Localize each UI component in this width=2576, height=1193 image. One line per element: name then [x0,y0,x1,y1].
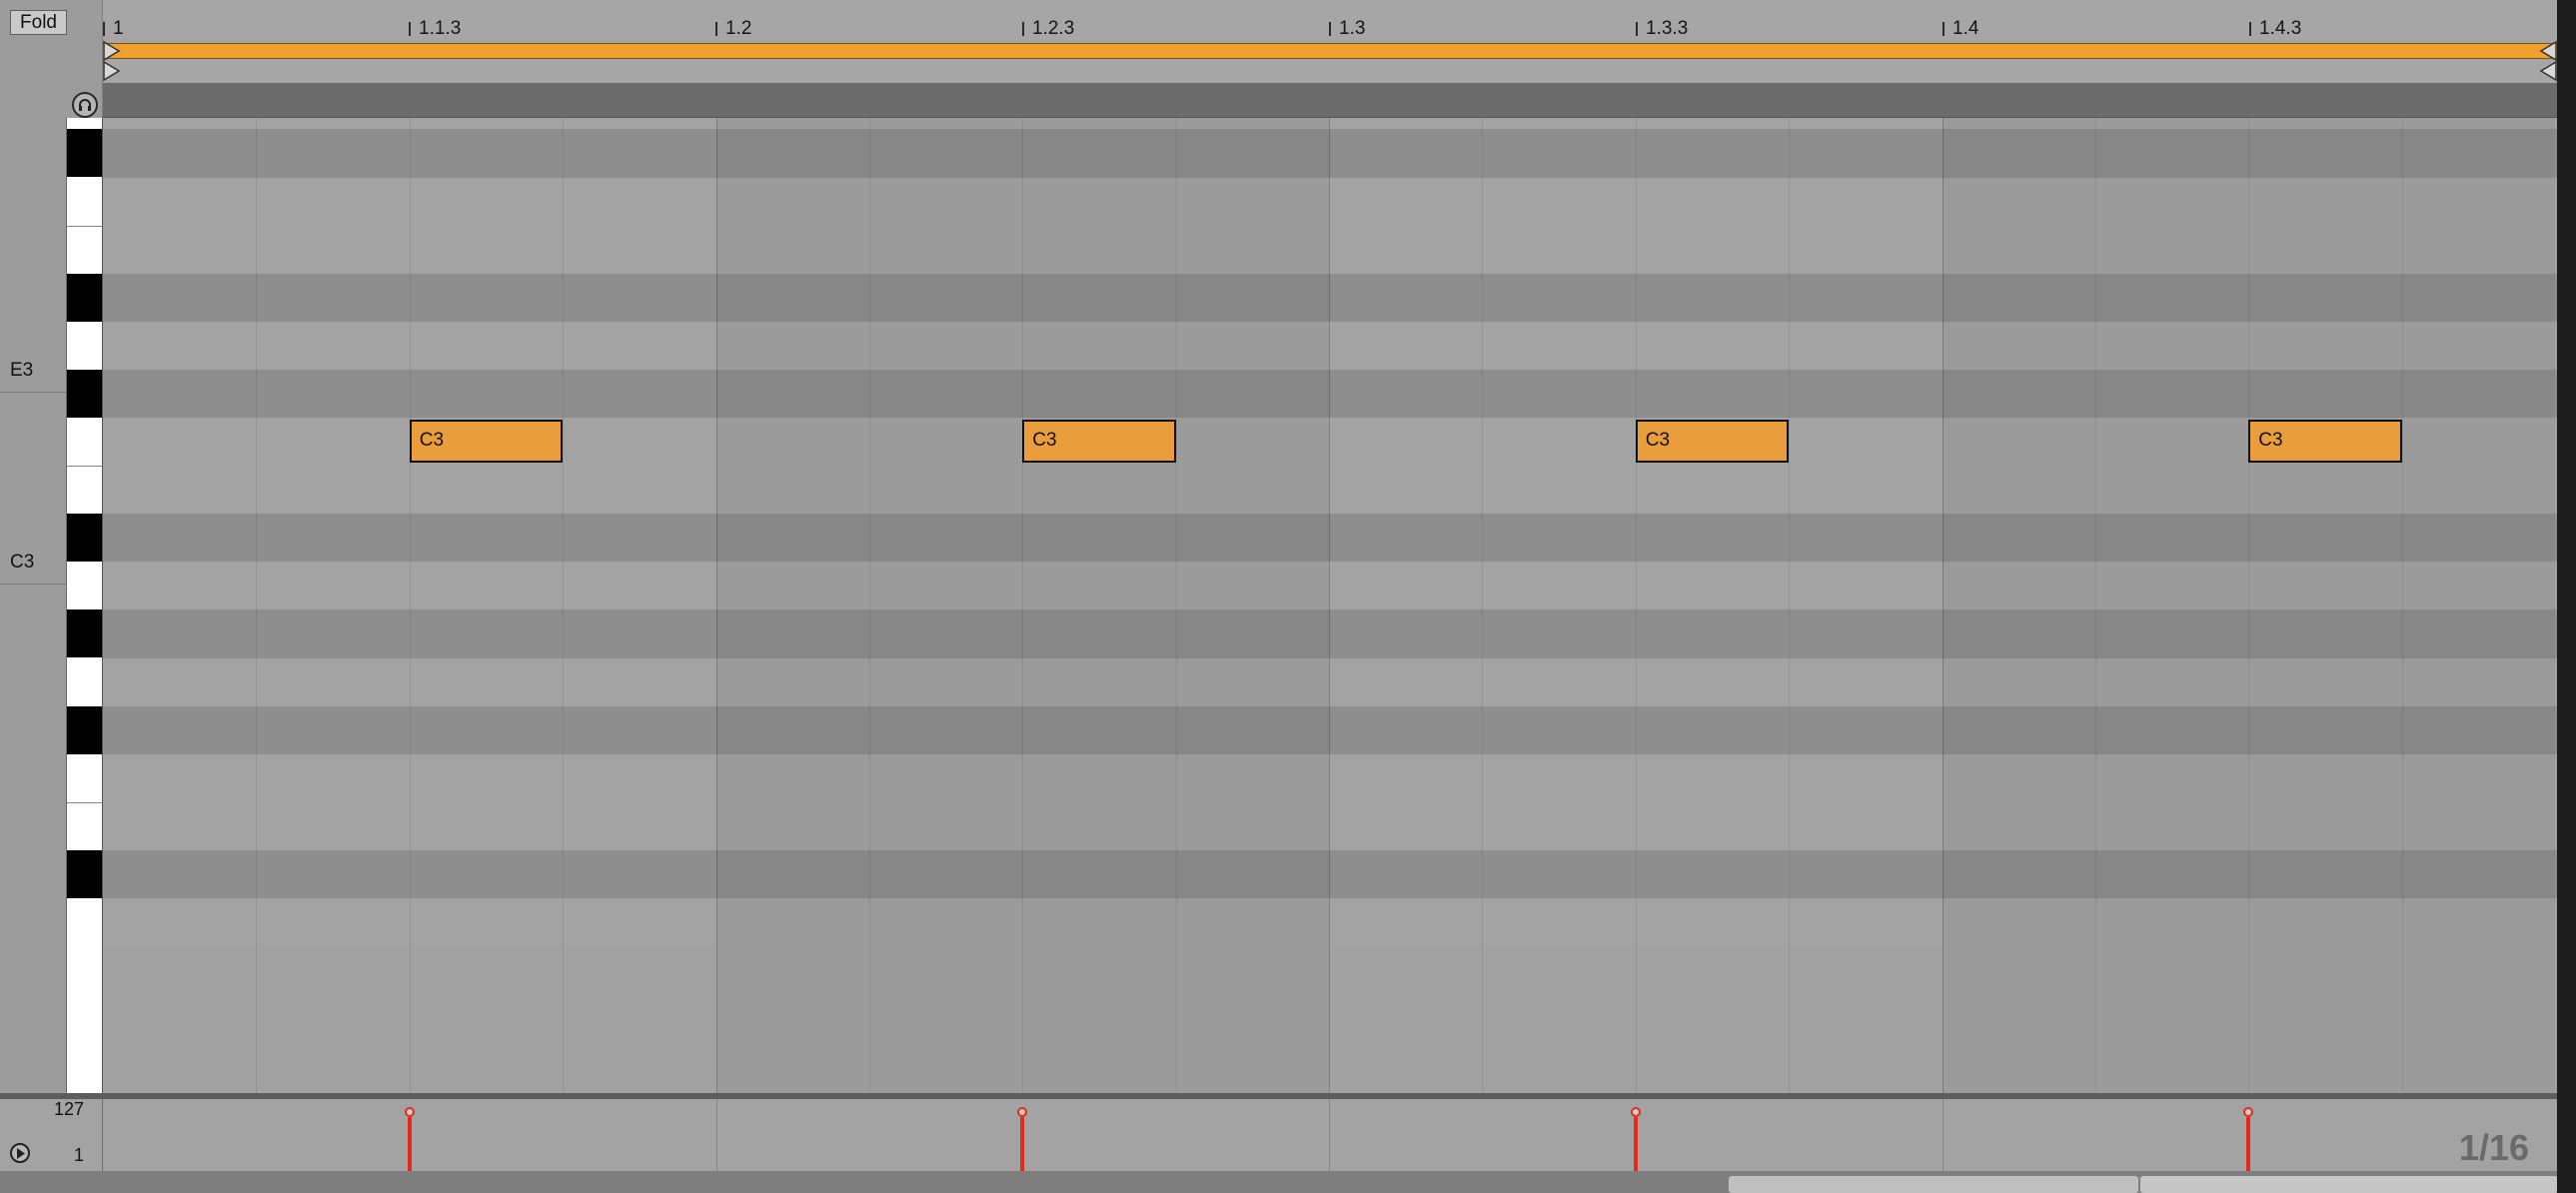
horizontal-scrollbar[interactable] [0,1171,2576,1193]
ruler-tick [1329,22,1331,36]
velocity-lane[interactable]: 1/16 [103,1099,2557,1171]
velocity-max-label: 127 [53,1099,84,1119]
loop-end-marker[interactable] [2539,40,2557,84]
ruler-label: 1.1.3 [419,18,462,39]
grid-line [1789,118,1791,1093]
grid-line [1941,118,1943,1093]
headphones-icon[interactable] [72,92,98,118]
grid-line [1329,118,1330,1093]
ruler-label: 1.4 [1952,18,1979,39]
velocity-handle[interactable] [2243,1107,2254,1117]
velocity-stem[interactable] [2246,1117,2251,1171]
ruler-tick [1942,22,1944,36]
black-key[interactable] [67,705,102,754]
grid-line [256,118,258,1093]
midi-note[interactable]: C3 [2248,420,2402,463]
grid-setting-label[interactable]: 1/16 [2459,1127,2529,1169]
velocity-editor: 127 1 1/16 [0,1099,2576,1171]
beat-ruler[interactable]: 1 1.1.3 1.2 1.2.3 1.3 1.3.3 1.4 1.4.3 [103,0,2557,84]
key-divider [67,225,102,227]
octave-separator [0,392,66,393]
grid-line [1329,1099,1330,1171]
black-key[interactable] [67,273,102,322]
velocity-handle[interactable] [404,1107,415,1117]
velocity-handle[interactable] [1630,1107,1641,1117]
black-key[interactable] [67,514,102,563]
loop-start-marker[interactable] [103,40,121,84]
piano-keyboard[interactable] [66,118,103,1093]
scroll-thumb[interactable] [1729,1176,2138,1193]
velocity-stem[interactable] [1633,1117,1638,1171]
ruler-label: 1.2.3 [1032,18,1075,39]
velocity-min-label: 1 [73,1145,84,1165]
black-key[interactable] [67,849,102,898]
ruler-label: 1 [113,18,124,39]
grid-line [2094,118,2096,1093]
ruler-label: 1.4.3 [2259,18,2302,39]
key-label-c3: C3 [10,552,35,573]
note-grid[interactable]: C3 C3 C3 C3 [103,118,2557,1093]
grid-line [2401,118,2403,1093]
ruler-tick [1022,22,1024,36]
black-key[interactable] [67,369,102,418]
ruler-tick [2249,22,2251,36]
grid-line [1175,118,1177,1093]
velocity-stem[interactable] [407,1117,412,1171]
ruler-tick [715,22,717,36]
black-key[interactable] [67,609,102,658]
ruler-label: 1.3.3 [1646,18,1689,39]
grid-line [409,118,411,1093]
grid-line [1635,118,1637,1093]
grid-line [715,1099,717,1171]
ruler-label: 1.3 [1339,18,1366,39]
fold-button[interactable]: Fold [10,10,67,35]
grid-line [868,118,870,1093]
ruler-label: 1.2 [725,18,752,39]
grid-line [715,118,717,1093]
grid-line [563,118,565,1093]
key-label-e3: E3 [10,360,34,381]
grid-line [1022,118,1024,1093]
loop-brace[interactable] [103,43,2557,59]
midi-note[interactable]: C3 [409,420,564,463]
ruler-tick [103,22,105,36]
midi-clip-editor: Fold E3 C3 1 1.1.3 1.2 1.2.3 1.3 1.3.3 1… [0,0,2576,1193]
velocity-scale: 127 1 [0,1099,103,1171]
midi-note[interactable]: C3 [1022,420,1176,463]
grid-line [2248,118,2250,1093]
key-divider [67,801,102,803]
black-key[interactable] [67,129,102,178]
key-divider [67,466,102,468]
velocity-stem[interactable] [1020,1117,1025,1171]
velocity-handle[interactable] [1017,1107,1028,1117]
play-icon[interactable] [10,1143,30,1163]
clip-scroll-strip[interactable] [103,84,2557,118]
grid-line [1941,1099,1943,1171]
scroll-thumb[interactable] [2140,1176,2558,1193]
grid-line [1482,118,1484,1093]
midi-note[interactable]: C3 [1635,420,1790,463]
octave-separator [0,584,66,585]
ruler-tick [409,22,411,36]
window-edge [2557,0,2576,1193]
ruler-tick [1636,22,1638,36]
